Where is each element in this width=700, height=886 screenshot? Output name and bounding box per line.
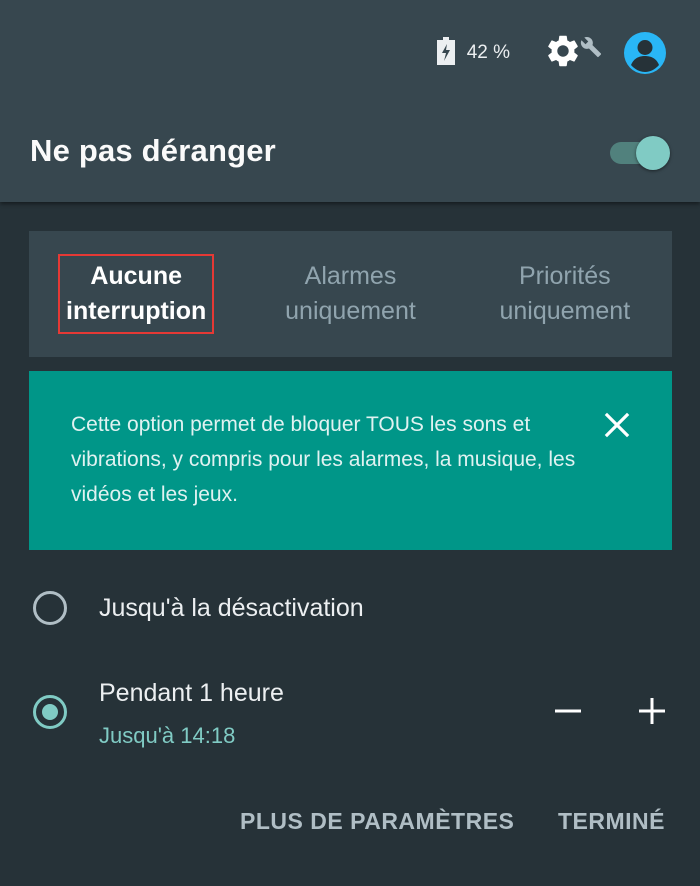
tab-label-box: Alarmes uniquement: [279, 256, 422, 332]
page-title: Ne pas déranger: [30, 133, 276, 168]
tab-label-line1: Priorités: [518, 262, 611, 290]
radio-until-off[interactable]: [33, 591, 67, 625]
done-button[interactable]: TERMINÉ: [558, 808, 665, 835]
tab-highlight-box: Aucune interruption: [58, 254, 215, 334]
increase-duration-button[interactable]: [638, 697, 666, 730]
account-circle-icon: [624, 32, 666, 78]
info-text: Cette option permet de bloquer TOUS les …: [71, 413, 576, 506]
option-until-off-label[interactable]: Jusqu'à la désactivation: [99, 594, 364, 623]
tab-no-interruption[interactable]: Aucune interruption: [29, 231, 243, 357]
battery-status: 42 %: [436, 36, 510, 70]
tab-alarms-only[interactable]: Alarmes uniquement: [243, 231, 457, 357]
radio-dot: [42, 704, 58, 720]
battery-charging-icon: [436, 36, 455, 70]
minus-icon: [554, 709, 582, 729]
option-duration-end-time: Jusqu'à 14:18: [99, 723, 236, 748]
settings-button[interactable]: [544, 32, 602, 75]
tab-label-line1: Alarmes: [304, 262, 397, 290]
decrease-duration-button[interactable]: [554, 697, 582, 730]
option-duration-label[interactable]: Pendant 1 heure: [99, 679, 284, 708]
status-row: 42 %: [436, 30, 666, 76]
close-icon: [603, 412, 631, 443]
tab-label-line2: interruption: [66, 297, 207, 325]
radio-duration[interactable]: [33, 695, 67, 729]
tab-priority-only[interactable]: Priorités uniquement: [458, 231, 672, 357]
tab-label-line2: uniquement: [499, 297, 631, 325]
dismiss-info-button[interactable]: [603, 411, 631, 439]
info-card: Cette option permet de bloquer TOUS les …: [29, 371, 672, 550]
mode-tabs: Aucune interruption Alarmes uniquement P…: [29, 231, 672, 357]
toggle-thumb: [636, 136, 670, 170]
tab-label-box: Priorités uniquement: [493, 256, 636, 332]
more-settings-button[interactable]: PLUS DE PARAMÈTRES: [240, 808, 514, 835]
dnd-toggle[interactable]: [608, 134, 670, 170]
user-avatar[interactable]: [624, 32, 666, 74]
wrench-icon: [580, 36, 602, 63]
tab-label-line1: Aucune: [90, 262, 182, 290]
gear-icon: [544, 32, 582, 75]
battery-percentage: 42 %: [466, 42, 510, 63]
tab-label-line2: uniquement: [285, 297, 416, 325]
plus-icon: [638, 698, 666, 729]
quick-settings-header: 42 % Ne pas déranger: [0, 0, 700, 202]
